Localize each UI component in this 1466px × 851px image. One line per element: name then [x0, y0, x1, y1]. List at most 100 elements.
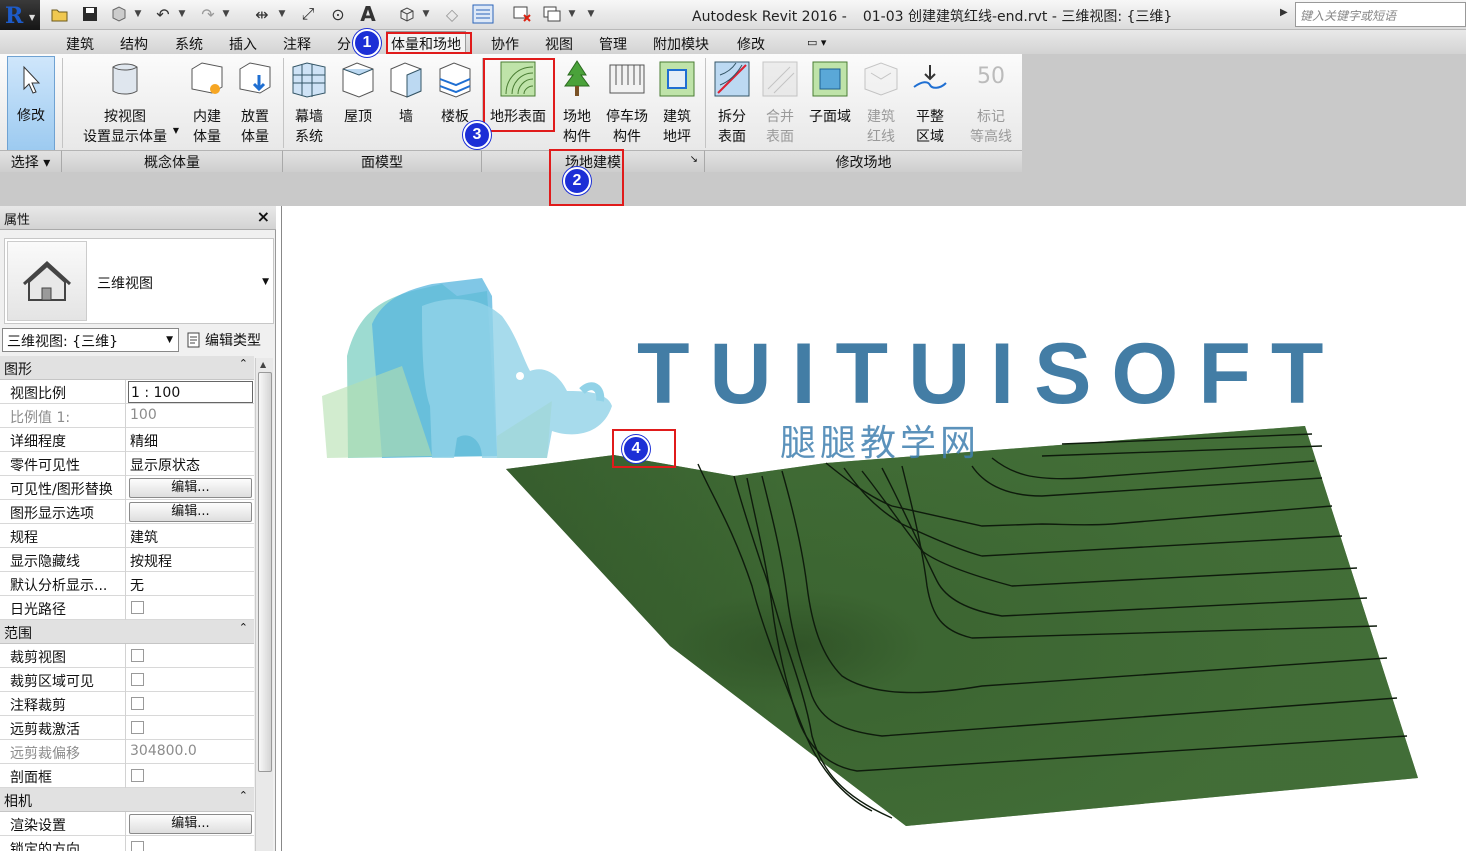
- properties-title: 属性: [4, 213, 31, 228]
- save-icon[interactable]: [78, 2, 102, 26]
- tab-structure[interactable]: 结构: [120, 34, 148, 54]
- collapse-icon[interactable]: ⌃: [239, 621, 248, 634]
- merge-surfaces-button[interactable]: 合并 表面: [757, 56, 803, 152]
- tab-collaborate[interactable]: 协作: [491, 34, 519, 54]
- chevron-down-icon[interactable]: ▼: [220, 2, 232, 26]
- crop-region-visible-checkbox[interactable]: [131, 673, 144, 686]
- chevron-down-icon: ▼: [29, 13, 36, 22]
- vg-overrides-edit-button[interactable]: 编辑...: [129, 478, 252, 498]
- wall-by-face-button[interactable]: 墙: [383, 56, 429, 152]
- table-row: 渲染设置 编辑...: [0, 812, 254, 836]
- modify-button[interactable]: 修改: [7, 56, 55, 152]
- table-row: 图形显示选项 编辑...: [0, 500, 254, 524]
- type-selector[interactable]: 三维视图 ▼: [4, 238, 274, 324]
- chevron-up-icon[interactable]: ▲: [260, 360, 266, 369]
- sync-icon[interactable]: [107, 2, 131, 26]
- search-input[interactable]: 键入关键字或短语: [1295, 2, 1466, 27]
- dialog-launcher-icon[interactable]: ↘: [690, 154, 698, 165]
- place-mass-button[interactable]: 放置 体量: [232, 56, 278, 152]
- collapse-icon[interactable]: ⌃: [239, 789, 248, 802]
- tab-modify[interactable]: 修改: [737, 34, 765, 54]
- undo-icon[interactable]: ↶: [151, 2, 175, 26]
- chevron-down-icon[interactable]: ▼: [276, 2, 288, 26]
- chevron-right-icon[interactable]: ▶: [1280, 7, 1288, 18]
- application-menu-button[interactable]: R ▼: [0, 0, 40, 30]
- annotation-crop-checkbox[interactable]: [131, 697, 144, 710]
- properties-header: 属性 ×: [0, 206, 276, 230]
- aligned-dimension-icon[interactable]: ⤢: [296, 2, 320, 26]
- tab-add-ins[interactable]: 附加模块: [653, 34, 709, 54]
- properties-table: 图形 ⌃ 视图比例 1 : 100 比例值 1: 100 详细程度 精细 零件可…: [0, 356, 254, 851]
- group-extents[interactable]: 范围 ⌃: [0, 620, 254, 644]
- sun-path-checkbox[interactable]: [131, 601, 144, 614]
- close-hidden-windows-icon[interactable]: [510, 2, 534, 26]
- tab-analyze[interactable]: 分: [337, 34, 351, 54]
- far-clip-checkbox[interactable]: [131, 721, 144, 734]
- 3d-view-icon[interactable]: [395, 2, 419, 26]
- property-line-button[interactable]: 建筑 红线: [857, 56, 905, 152]
- thin-lines-icon[interactable]: [470, 2, 496, 26]
- app-name: Autodesk Revit 2016 -: [692, 9, 847, 25]
- options-bar: [0, 172, 1466, 206]
- properties-scrollbar[interactable]: ▲: [255, 358, 273, 851]
- table-row: 详细程度 精细: [0, 428, 254, 452]
- group-camera[interactable]: 相机 ⌃: [0, 788, 254, 812]
- customize-toolbar-icon[interactable]: ▼: [584, 2, 598, 26]
- view-instance-selector[interactable]: 三维视图: {三维} ▼: [2, 328, 179, 352]
- in-place-mass-button[interactable]: 内建 体量: [184, 56, 230, 152]
- tab-insert[interactable]: 插入: [229, 34, 257, 54]
- section-icon[interactable]: ◇: [440, 2, 464, 26]
- text-icon[interactable]: A: [356, 2, 380, 26]
- subregion-button[interactable]: 子面域: [805, 56, 855, 152]
- group-graphics[interactable]: 图形 ⌃: [0, 356, 254, 380]
- detail-level-value[interactable]: 精细: [128, 428, 253, 452]
- view-scale-field[interactable]: 1 : 100: [128, 381, 253, 403]
- graphic-display-edit-button[interactable]: 编辑...: [129, 502, 252, 522]
- table-row: 规程 建筑: [0, 524, 254, 548]
- curtain-system-button[interactable]: 幕墙 系统: [286, 56, 332, 152]
- ribbon-minimize-icon[interactable]: ▭ ▾: [807, 36, 826, 49]
- measure-icon[interactable]: ⇹: [250, 2, 274, 26]
- chevron-down-icon[interactable]: ▼: [176, 2, 188, 26]
- parking-component-button[interactable]: 停车场 构件: [602, 56, 652, 152]
- callout-2: 2: [563, 167, 591, 195]
- chevron-down-icon[interactable]: ▼: [132, 2, 144, 26]
- table-row: 视图比例 1 : 100: [0, 380, 254, 404]
- hidden-lines-value[interactable]: 按规程: [128, 548, 253, 572]
- open-icon[interactable]: [48, 2, 72, 26]
- building-pad-button[interactable]: 建筑 地坪: [654, 56, 700, 152]
- parts-visibility-value[interactable]: 显示原状态: [128, 452, 253, 476]
- show-mass-by-view-button[interactable]: 按视图 设置显示体量 ▼: [68, 56, 182, 152]
- tab-manage[interactable]: 管理: [599, 34, 627, 54]
- tab-systems[interactable]: 系统: [175, 34, 203, 54]
- split-surface-button[interactable]: 拆分 表面: [708, 56, 756, 152]
- tab-architecture[interactable]: 建筑: [66, 34, 94, 54]
- roof-by-face-button[interactable]: 屋顶: [334, 56, 382, 152]
- select-group-label[interactable]: 选择 ▾: [0, 150, 62, 172]
- 3d-viewport[interactable]: TUITUISOFT 腿腿教学网: [281, 206, 1466, 851]
- scroll-thumb[interactable]: [258, 372, 272, 772]
- locked-orientation-checkbox[interactable]: [131, 841, 144, 851]
- discipline-value[interactable]: 建筑: [128, 524, 253, 548]
- label-contours-button[interactable]: 50 标记 等高线: [960, 56, 1022, 152]
- callout-3: 3: [463, 121, 491, 149]
- tuituisoft-logo: [322, 278, 612, 458]
- site-component-button[interactable]: 场地 构件: [554, 56, 600, 152]
- graded-region-button[interactable]: 平整 区域: [906, 56, 954, 152]
- collapse-icon[interactable]: ⌃: [239, 357, 248, 370]
- mass-icon: [112, 63, 138, 95]
- section-box-checkbox[interactable]: [131, 769, 144, 782]
- crop-view-checkbox[interactable]: [131, 649, 144, 662]
- tag-icon[interactable]: ⊙: [326, 2, 350, 26]
- redo-icon[interactable]: ↷: [196, 2, 220, 26]
- tab-annotate[interactable]: 注释: [283, 34, 311, 54]
- toposurface-terrain[interactable]: [506, 426, 1418, 826]
- tab-view[interactable]: 视图: [545, 34, 573, 54]
- chevron-down-icon[interactable]: ▼: [420, 2, 432, 26]
- switch-windows-icon[interactable]: [540, 2, 564, 26]
- render-settings-edit-button[interactable]: 编辑...: [129, 814, 252, 834]
- close-icon[interactable]: ×: [257, 207, 270, 226]
- edit-type-button[interactable]: 编辑类型: [186, 329, 261, 351]
- analysis-display-value[interactable]: 无: [128, 572, 253, 596]
- chevron-down-icon[interactable]: ▼: [566, 2, 578, 26]
